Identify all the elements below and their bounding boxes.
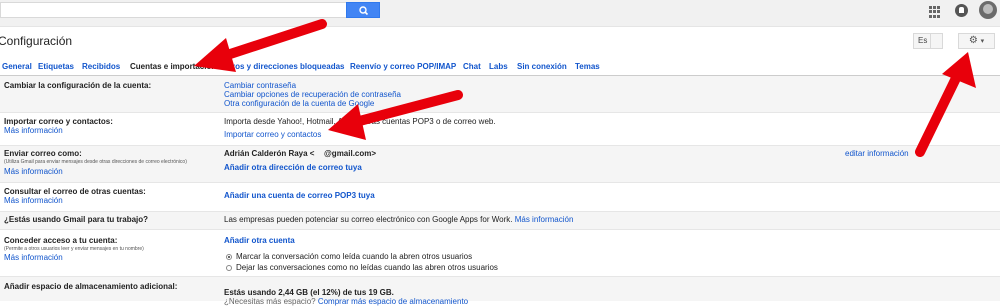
settings-tabs: General Etiquetas Recibidos Cuentas e im… [0,62,1000,76]
more-info-link[interactable]: Más información [515,215,574,224]
tab-chat[interactable]: Chat [463,62,481,71]
setting-label: Cambiar la configuración de la cuenta: [4,81,152,90]
leave-unread-radio[interactable] [226,265,232,271]
tab-general[interactable]: General [2,62,32,71]
apps-grid-icon[interactable] [929,6,941,18]
search-input[interactable] [0,2,346,18]
tab-labs[interactable]: Labs [489,62,508,71]
search-button[interactable] [346,2,380,18]
setting-sublabel: (Utiliza Gmail para enviar mensajes desd… [4,159,187,165]
work-description: Las empresas pueden potenciar su correo … [224,215,573,224]
import-description: Importa desde Yahoo!, Hotmail, AOL u otr… [224,117,496,126]
gear-caret-icon: ▾ [980,38,985,45]
setting-row-delegate: Conceder acceso a tu cuenta: (Permite a … [0,230,1000,277]
edit-info-link[interactable]: editar información [845,149,909,158]
tab-themes[interactable]: Temas [575,62,600,71]
add-another-account-link[interactable]: Añadir otra cuenta [224,236,295,245]
sender-email: @gmail.com> [324,149,377,158]
avatar[interactable] [979,1,997,19]
change-password-link[interactable]: Cambiar contraseña [224,81,296,90]
change-recovery-options-link[interactable]: Cambiar opciones de recuperación de cont… [224,90,401,99]
gear-icon: ⚙ [968,35,978,46]
setting-label: Consultar el correo de otras cuentas: [4,187,146,196]
setting-row-import: Importar correo y contactos: Más informa… [0,113,1000,146]
setting-sublabel: (Permite a otros usuarios leer y enviar … [4,246,144,252]
more-info-link[interactable]: Más información [4,126,63,135]
need-more-text: ¿Necesitas más espacio? [224,297,316,306]
mark-read-label: Marcar la conversación como leída cuando… [236,252,473,261]
language-button[interactable]: Es [913,33,943,49]
setting-label: ¿Estás usando Gmail para tu trabajo? [4,215,149,224]
setting-row-change-account: Cambiar la configuración de la cuenta: C… [0,76,1000,113]
import-mail-contacts-link[interactable]: Importar correo y contactos [224,130,321,139]
setting-label: Añadir espacio de almacenamiento adicion… [4,282,178,291]
title-bar [0,27,1000,59]
mark-read-radio[interactable] [226,254,232,260]
tab-offline[interactable]: Sin conexión [517,62,567,71]
add-pop3-account-link[interactable]: Añadir una cuenta de correo POP3 tuya [224,191,375,200]
settings-gear-button[interactable]: ⚙ ▾ [958,33,995,49]
tab-filters-blocked[interactable]: Filtros y direcciones bloqueadas [220,62,344,71]
leave-unread-label: Dejar las conversaciones como no leídas … [236,263,498,272]
page-title: Configuración [0,34,73,48]
setting-label: Enviar correo como: [4,149,82,158]
setting-row-work: ¿Estás usando Gmail para tu trabajo? Las… [0,212,1000,230]
notifications-icon[interactable] [955,4,968,17]
setting-row-storage: Añadir espacio de almacenamiento adicion… [0,277,1000,306]
tab-accounts-import[interactable]: Cuentas e importación [130,62,216,71]
more-info-link[interactable]: Más información [4,253,63,262]
other-google-account-settings-link[interactable]: Otra configuración de la cuenta de Googl… [224,99,374,108]
tab-forwarding-pop-imap[interactable]: Reenvío y correo POP/IMAP [350,62,456,71]
storage-usage: Estás usando 2,44 GB (el 12%) de tus 19 … [224,288,394,297]
more-info-link[interactable]: Más información [4,167,63,176]
search-icon [359,6,369,16]
setting-label: Conceder acceso a tu cuenta: [4,236,118,245]
top-bar [0,0,1000,27]
add-another-address-link[interactable]: Añadir otra dirección de correo tuya [224,163,362,172]
chevron-down-icon [930,33,942,49]
more-info-link[interactable]: Más información [4,196,63,205]
storage-need-more: ¿Necesitas más espacio? Comprar más espa… [224,297,468,306]
language-label: Es [918,36,928,45]
setting-label: Importar correo y contactos: [4,117,113,126]
tab-inbox[interactable]: Recibidos [82,62,120,71]
tab-labels[interactable]: Etiquetas [38,62,74,71]
sender-name: Adrián Calderón Raya < [224,149,315,158]
setting-row-check-mail: Consultar el correo de otras cuentas: Má… [0,183,1000,212]
work-description-text: Las empresas pueden potenciar su correo … [224,215,513,224]
buy-storage-link[interactable]: Comprar más espacio de almacenamiento [318,297,468,306]
setting-row-send-as: Enviar correo como: (Utiliza Gmail para … [0,146,1000,183]
